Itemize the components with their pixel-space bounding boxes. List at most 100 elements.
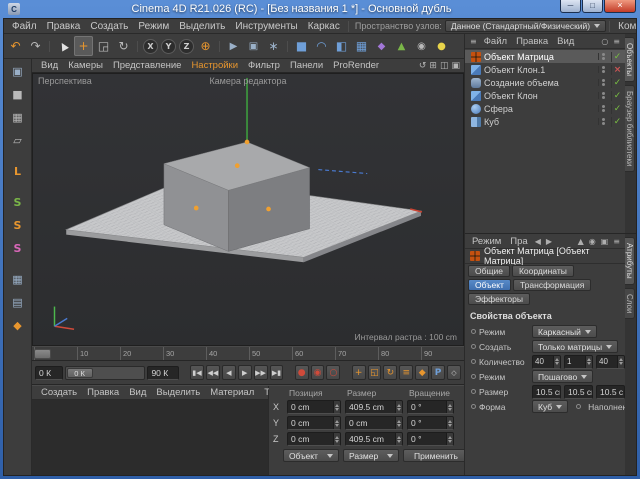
history-back-icon[interactable]: ◀: [533, 237, 543, 246]
param-mode-button[interactable]: P: [431, 365, 445, 380]
mat-menu-edit[interactable]: Правка: [82, 386, 124, 399]
keyframe-mode-button[interactable]: ◇: [447, 365, 461, 380]
model-mode-icon[interactable]: ■: [7, 84, 29, 105]
rot-h-field[interactable]: 0 °: [407, 400, 454, 414]
tab-effectors[interactable]: Эффекторы: [468, 293, 530, 305]
form-select[interactable]: Куб: [532, 400, 568, 413]
pos-z-field[interactable]: 0 cm: [287, 432, 341, 446]
menu-edit[interactable]: Правка: [42, 19, 86, 33]
anim-toggle-icon[interactable]: [471, 359, 476, 364]
spinner[interactable]: [395, 433, 402, 445]
vp-menu-display[interactable]: Представление: [108, 59, 187, 72]
step-mode-select[interactable]: Пошагово: [532, 370, 593, 383]
pin-icon[interactable]: ◉: [587, 237, 598, 246]
size-y-field[interactable]: 0 cm: [345, 416, 403, 430]
spinner[interactable]: [395, 401, 402, 413]
visibility-dots[interactable]: [598, 92, 608, 99]
object-row-matrix[interactable]: Объект Матрица ✓: [465, 50, 625, 63]
size-z-field[interactable]: 10.5 c: [596, 385, 625, 399]
om-menu-edit[interactable]: Правка: [512, 34, 552, 48]
panel-menu-icon[interactable]: ≡: [468, 37, 479, 46]
quad-view-icon[interactable]: ⊞: [429, 60, 437, 71]
environment-icon[interactable]: ▲: [392, 36, 411, 56]
goto-start-button[interactable]: ▮◀: [190, 365, 204, 380]
coord-target-select[interactable]: Объект: [283, 449, 339, 462]
start-frame-field[interactable]: 0 К: [35, 366, 63, 380]
vp-menu-panels[interactable]: Панели: [285, 59, 328, 72]
timeline-ruler[interactable]: 0 10 20 30 40 50 60 70 80 90: [32, 346, 464, 361]
enabled-check-icon[interactable]: ✓: [611, 117, 623, 127]
object-row-sphere[interactable]: Сфера ✓: [465, 102, 625, 115]
om-menu-file[interactable]: Файл: [480, 34, 511, 48]
enabled-check-icon[interactable]: ✓: [611, 78, 623, 88]
size-z-field[interactable]: 409.5 cm: [345, 432, 403, 446]
mat-menu-material[interactable]: Материал: [205, 386, 259, 399]
anim-toggle-icon[interactable]: [471, 344, 476, 349]
om-menu-view[interactable]: Вид: [553, 34, 578, 48]
prev-frame-button[interactable]: ◀: [222, 365, 236, 380]
spinner[interactable]: [333, 417, 340, 429]
menu-select[interactable]: Выделить: [174, 19, 230, 33]
object-row-volume[interactable]: Создание объема ✓: [465, 76, 625, 89]
layout-menu[interactable]: Компоновка: [613, 21, 637, 32]
x-axis-lock-button[interactable]: X: [143, 39, 158, 54]
vp-menu-cameras[interactable]: Камеры: [63, 59, 108, 72]
y-axis-lock-button[interactable]: Y: [161, 39, 176, 54]
split-view-icon[interactable]: ◫: [440, 60, 449, 71]
apply-button[interactable]: Применить: [403, 449, 469, 462]
menu-mode[interactable]: Режим: [133, 19, 174, 33]
search-icon[interactable]: ○: [599, 37, 610, 46]
deformer-icon[interactable]: ◆: [372, 36, 391, 56]
tab-layers[interactable]: Слои: [625, 288, 635, 319]
marker-icon[interactable]: ◆: [7, 315, 29, 336]
vp-menu-options[interactable]: Настройки: [186, 59, 243, 72]
titlebar[interactable]: C Cinema 4D R21.026 (RC) - [Без названия…: [3, 0, 637, 18]
vp-menu-view[interactable]: Вид: [36, 59, 63, 72]
subdivision-surface-icon[interactable]: ◧: [332, 36, 351, 56]
current-frame-marker[interactable]: [34, 349, 51, 359]
enabled-check-icon[interactable]: ✓: [611, 104, 623, 114]
tab-coordinates[interactable]: Координаты: [512, 265, 574, 277]
end-frame-field[interactable]: 90 К: [147, 366, 178, 380]
maximize-button[interactable]: □: [582, 0, 603, 13]
tab-attributes[interactable]: Атрибуты: [625, 237, 635, 285]
size-x-field[interactable]: 409.5 cm: [345, 400, 403, 414]
material-list[interactable]: [32, 400, 268, 475]
z-axis-handle[interactable]: [318, 170, 367, 174]
undo-icon[interactable]: ↶: [6, 36, 25, 56]
workplane-mode-icon[interactable]: ▱: [7, 130, 29, 151]
render-view-icon[interactable]: ▶: [224, 36, 243, 56]
mat-menu-create[interactable]: Создать: [36, 386, 82, 399]
panel-menu-icon[interactable]: ≡: [611, 237, 622, 246]
count-y-field[interactable]: 1: [564, 355, 593, 369]
enabled-check-icon[interactable]: ✓: [611, 52, 623, 62]
tab-objects[interactable]: Объекты: [625, 37, 635, 82]
mat-menu-select[interactable]: Выделить: [151, 386, 205, 399]
up-level-icon[interactable]: ▲: [576, 237, 586, 246]
pos-y-field[interactable]: 0 cm: [287, 416, 341, 430]
layout-grid-icon[interactable]: ▤: [7, 292, 29, 313]
mat-menu-view[interactable]: Вид: [124, 386, 151, 399]
close-button[interactable]: ×: [604, 0, 636, 13]
redo-icon[interactable]: ↷: [26, 36, 45, 56]
move-tool-icon[interactable]: +: [74, 36, 93, 56]
object-row-cloner1[interactable]: Объект Клон.1 ×: [465, 63, 625, 76]
view-undo-icon[interactable]: ↺: [419, 60, 427, 71]
size-y-field[interactable]: 10.5 cm: [564, 385, 593, 399]
primitive-cube-icon[interactable]: ■: [292, 36, 311, 56]
spline-pen-icon[interactable]: ◠: [312, 36, 331, 56]
camera-name-label[interactable]: Камера редактора: [33, 76, 463, 86]
spinner[interactable]: [446, 417, 453, 429]
scale-tool-icon[interactable]: ◲: [94, 36, 113, 56]
select-tool-icon[interactable]: ▲: [50, 34, 76, 59]
spinner[interactable]: [333, 401, 340, 413]
rot-p-field[interactable]: 0 °: [407, 416, 454, 430]
next-frame-button[interactable]: ▶▶: [254, 365, 268, 380]
make-editable-icon[interactable]: ▣: [7, 61, 29, 82]
maximize-view-icon[interactable]: ▣: [451, 60, 460, 71]
visibility-dots[interactable]: [598, 53, 608, 60]
z-axis-lock-button[interactable]: Z: [179, 39, 194, 54]
coord-system-icon[interactable]: ⊕: [196, 36, 215, 56]
rotate-tool-icon[interactable]: ↻: [114, 36, 133, 56]
minimize-button[interactable]: ─: [560, 0, 581, 13]
